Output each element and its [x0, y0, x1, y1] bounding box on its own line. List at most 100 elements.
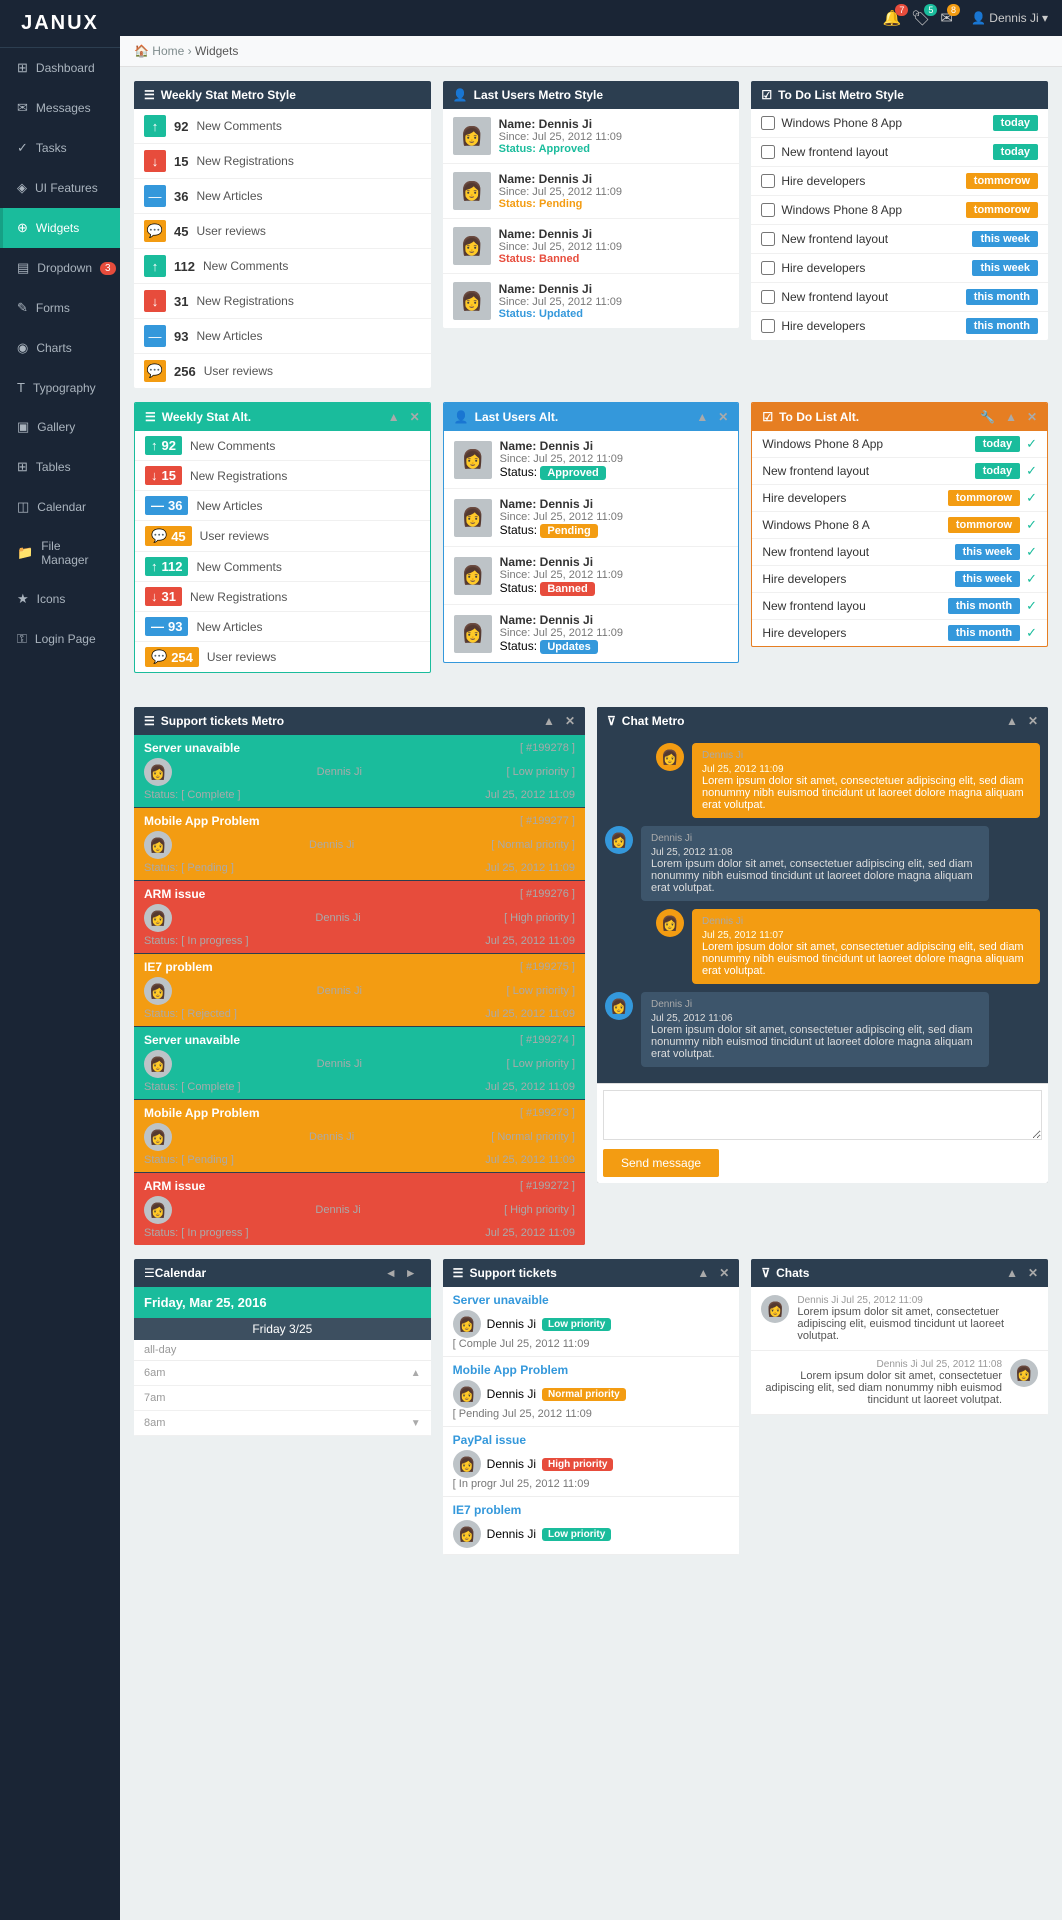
close-btn-todo[interactable]: ✕: [1027, 410, 1037, 424]
scroll-indicator[interactable]: ▲: [411, 1368, 421, 1379]
stat-value-3: 45: [174, 224, 188, 239]
up-arrow-icon-2: ↑: [144, 255, 166, 277]
sidebar-item-forms[interactable]: ✎ Forms: [0, 288, 120, 328]
stat-row-5: ↓ 31 New Registrations: [134, 284, 431, 319]
close-btn[interactable]: ✕: [410, 410, 420, 424]
todo-check-5[interactable]: [761, 261, 775, 275]
content-area: ☰ Weekly Stat Metro Style ↑ 92 New Comme…: [120, 67, 1062, 1583]
list-icon-support: ☰: [144, 714, 155, 728]
sidebar-item-tasks[interactable]: ✓ Tasks: [0, 128, 120, 168]
close-support-alt[interactable]: ✕: [719, 1266, 729, 1280]
chat-text-2: Lorem ipsum dolor sit amet, consectetuer…: [702, 941, 1030, 977]
ticket-priority-3: [ Low priority ]: [507, 985, 575, 997]
support-tickets-alt-title: Support tickets: [469, 1266, 687, 1280]
mail-button[interactable]: ✉ 8: [940, 9, 953, 27]
ticket-status-row-0: Status: [ Complete ] Jul 25, 2012 11:09: [144, 789, 575, 801]
chat-date-2: Jul 25, 2012 11:07: [702, 930, 1030, 941]
sidebar-item-login[interactable]: ⚿ Login Page: [0, 619, 120, 659]
todo-alt-row-5: Hire developers this week ✓: [752, 566, 1047, 593]
cal-next-btn[interactable]: ►: [401, 1266, 421, 1280]
stat-value-2: 36: [174, 189, 188, 204]
sidebar-item-dropdown[interactable]: ▤ Dropdown 3: [0, 248, 120, 288]
user-icon: 👤: [453, 88, 468, 102]
close-chat[interactable]: ✕: [1028, 714, 1038, 728]
todo-check-2[interactable]: [761, 174, 775, 188]
todo-badge-7: this month: [966, 318, 1038, 334]
ticket-alt-title-1: Mobile App Problem: [453, 1363, 730, 1377]
chat-input[interactable]: [603, 1090, 1042, 1140]
cal-time-8am: 8am ▼: [134, 1411, 431, 1436]
close-chats-alt[interactable]: ✕: [1028, 1266, 1038, 1280]
sidebar-item-tables[interactable]: ⊞ Tables: [0, 447, 120, 487]
stat-value-1: 15: [174, 154, 188, 169]
sidebar-item-icons[interactable]: ★ Icons: [0, 579, 120, 619]
todo-check-1[interactable]: [761, 145, 775, 159]
todo-check-0[interactable]: [761, 116, 775, 130]
ticket-title-3: IE7 problem: [144, 960, 213, 974]
sidebar-item-messages[interactable]: ✉ Messages: [0, 88, 120, 128]
comment-icon-2: 💬: [144, 360, 166, 382]
list-icon: ☰: [144, 88, 155, 102]
cal-prev-btn[interactable]: ◄: [381, 1266, 401, 1280]
down-arrow-icon-2: ↓: [144, 290, 166, 312]
alt-label-3: User reviews: [200, 529, 269, 543]
breadcrumb-home[interactable]: Home: [152, 44, 184, 58]
ticket-detail-0: 👩 Dennis Ji [ Low priority ]: [144, 758, 575, 786]
user-row-2: 👩 Name: Dennis Ji Since: Jul 25, 2012 11…: [443, 219, 740, 274]
alt-stat-row-7: 💬254 User reviews: [135, 642, 430, 672]
alt-avatar-1: 👩: [454, 499, 492, 537]
todo-check-7[interactable]: [761, 319, 775, 333]
chat-metro-header: ⊽ Chat Metro ▲ ✕: [597, 707, 1048, 735]
calendar-body: all-day 6am ▲ 7am 8am ▼: [134, 1340, 431, 1436]
tags-button[interactable]: 🏷 5: [911, 9, 930, 27]
ticket-priority-5: [ Normal priority ]: [491, 1131, 575, 1143]
todo-check-3[interactable]: [761, 203, 775, 217]
close-support[interactable]: ✕: [565, 714, 575, 728]
collapse-btn-todo[interactable]: ▲: [1005, 410, 1017, 424]
sidebar-label-typography: Typography: [33, 381, 96, 395]
collapse-support[interactable]: ▲: [543, 714, 555, 728]
sidebar-item-ui-features[interactable]: ◈ UI Features: [0, 168, 120, 208]
ticket-alt-avatar-1: 👩: [453, 1380, 481, 1408]
ticket-section: ☰ Support tickets Metro ▲ ✕ Server unava…: [134, 707, 1048, 1245]
user-name-3: Name: Dennis Ji: [499, 282, 730, 296]
sidebar-label-file-manager: File Manager: [41, 539, 106, 567]
todo-check-6[interactable]: [761, 290, 775, 304]
chats-alt-header: ⊽ Chats ▲ ✕: [751, 1259, 1048, 1287]
sidebar-item-dashboard[interactable]: ⊞ Dashboard: [0, 48, 120, 88]
collapse-support-alt[interactable]: ▲: [697, 1266, 709, 1280]
ticket-priority-4: [ Low priority ]: [507, 1058, 575, 1070]
check-icon-7: ✓: [1026, 625, 1037, 641]
sidebar-item-gallery[interactable]: ▣ Gallery: [0, 407, 120, 447]
collapse-chats-alt[interactable]: ▲: [1006, 1266, 1018, 1280]
todo-alt-label-3: Windows Phone 8 A: [762, 518, 942, 532]
todo-alt-row-4: New frontend layout this week ✓: [752, 539, 1047, 566]
ticket-date-3: Jul 25, 2012 11:09: [485, 1008, 575, 1020]
collapse-btn-users[interactable]: ▲: [696, 410, 708, 424]
ui-features-icon: ◈: [17, 180, 27, 196]
collapse-chat[interactable]: ▲: [1006, 714, 1018, 728]
priority-badge-1: Normal priority: [542, 1388, 626, 1401]
sidebar-label-widgets: Widgets: [36, 221, 79, 235]
close-btn-users[interactable]: ✕: [718, 410, 728, 424]
sidebar-item-charts[interactable]: ◉ Charts: [0, 328, 120, 368]
sidebar-item-calendar[interactable]: ◫ Calendar: [0, 487, 120, 527]
chat-meta-1: Dennis Ji: [651, 833, 979, 844]
sidebar-item-widgets[interactable]: ⊕ Widgets: [0, 208, 120, 248]
ticket-row-3: IE7 problem [ #199275 ] 👩 Dennis Ji [ Lo…: [134, 954, 585, 1027]
todo-alt-box: ☑ To Do List Alt. 🔧 ▲ ✕ Windows Phone 8 …: [751, 402, 1048, 647]
send-message-button[interactable]: Send message: [603, 1149, 719, 1177]
todo-alt-badge-7: this month: [948, 625, 1020, 641]
collapse-btn[interactable]: ▲: [388, 410, 400, 424]
notifications-button[interactable]: 🔔 7: [883, 9, 902, 27]
user-row-3: 👩 Name: Dennis Ji Since: Jul 25, 2012 11…: [443, 274, 740, 328]
last-users-alt-body: 👩 Name: Dennis Ji Since: Jul 25, 2012 11…: [444, 431, 739, 662]
sidebar-item-typography[interactable]: T Typography: [0, 368, 120, 407]
sidebar-item-file-manager[interactable]: 📁 File Manager: [0, 527, 120, 579]
alt-stat-row-0: ↑92 New Comments: [135, 431, 430, 461]
scroll-down-indicator[interactable]: ▼: [411, 1418, 421, 1429]
calendar-widget: ☰ Calendar ◄ ► Friday, Mar 25, 2016 Frid…: [134, 1259, 431, 1555]
sidebar-label-messages: Messages: [36, 101, 91, 115]
user-menu[interactable]: 👤 Dennis Ji ▾: [971, 11, 1048, 25]
todo-check-4[interactable]: [761, 232, 775, 246]
